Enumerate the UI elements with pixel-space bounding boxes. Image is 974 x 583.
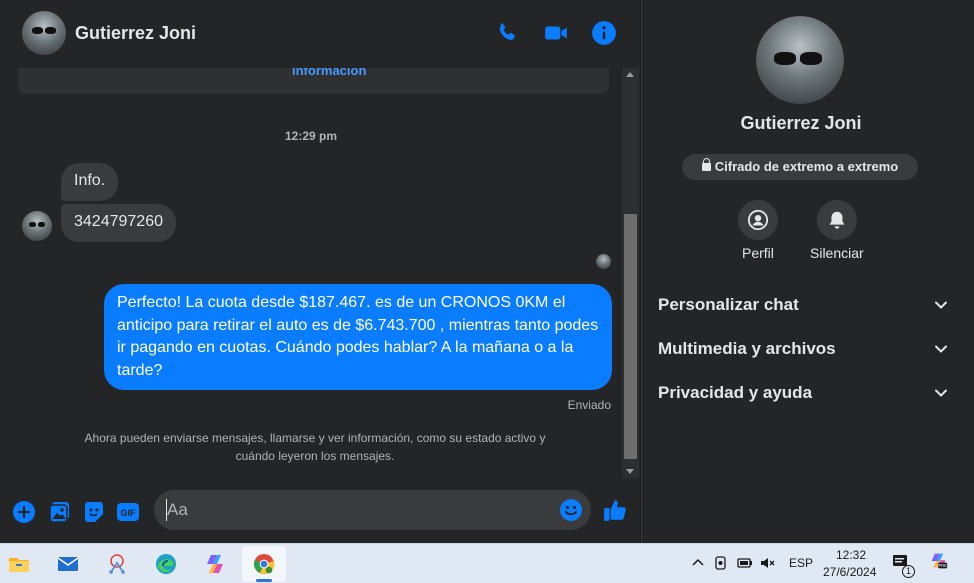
info-card: información (18, 68, 609, 94)
chevron-down-icon (935, 389, 947, 397)
incoming-message[interactable]: 3424797260 (61, 204, 176, 242)
bell-icon (829, 211, 845, 229)
message-input-box[interactable] (154, 490, 591, 530)
edge-icon[interactable] (144, 546, 188, 582)
encryption-label: Cifrado de extremo a extremo (714, 159, 899, 174)
language-indicator[interactable]: ESP (789, 556, 813, 570)
system-note: Ahora pueden enviarse mensajes, llamarse… (84, 431, 546, 463)
message-input[interactable] (166, 499, 546, 521)
chrome-icon[interactable] (242, 546, 286, 582)
outgoing-message[interactable]: Perfecto! La cuota desde $187.467. es de… (104, 284, 612, 390)
mute-button[interactable] (817, 200, 857, 240)
scroll-up-icon[interactable] (626, 72, 634, 77)
windows-taskbar: ESP 12:32 27/6/2024 1 PRE (0, 543, 974, 583)
image-icon[interactable] (48, 500, 72, 524)
section-privacy-help[interactable]: Privacidad y ayuda (658, 379, 948, 407)
section-label: Personalizar chat (658, 295, 799, 314)
thumbs-up-icon[interactable] (602, 497, 628, 523)
show-hidden-icons-icon[interactable] (689, 554, 707, 574)
scrollbar[interactable] (622, 68, 639, 478)
chat-header: Gutierrez Joni (0, 0, 640, 68)
section-label: Privacidad y ayuda (658, 383, 813, 402)
section-customize-chat[interactable]: Personalizar chat (658, 291, 948, 319)
mail-icon[interactable] (46, 546, 90, 582)
contact-name[interactable]: Gutierrez Joni (75, 23, 196, 44)
section-label: Multimedia y archivos (658, 339, 836, 358)
message-status: Enviado (567, 398, 611, 412)
battery-icon[interactable] (736, 554, 754, 574)
incoming-message[interactable]: Info. (61, 163, 119, 201)
info-icon[interactable] (591, 20, 617, 46)
mute-label[interactable]: Silenciar (810, 245, 864, 261)
chevron-down-icon (935, 301, 947, 309)
section-media-files[interactable]: Multimedia y archivos (658, 335, 948, 363)
scrollbar-thumb[interactable] (624, 214, 637, 459)
svg-text:GIF: GIF (121, 508, 137, 518)
info-link[interactable]: información (292, 68, 366, 78)
panel-contact-name: Gutierrez Joni (740, 113, 862, 133)
clock-date[interactable]: 27/6/2024 (823, 565, 876, 579)
composer: GIF (0, 478, 640, 543)
panel-avatar[interactable] (756, 16, 844, 104)
meet-now-icon[interactable] (712, 554, 730, 574)
message-timestamp: 12:29 pm (284, 129, 338, 143)
emoji-icon[interactable] (559, 498, 583, 522)
gif-icon[interactable]: GIF (116, 500, 140, 524)
profile-button[interactable] (738, 200, 778, 240)
clock-time[interactable]: 12:32 (836, 548, 866, 562)
lock-icon (701, 158, 711, 171)
message-list: información 12:29 pm Info. 3424797260 Pe… (0, 68, 622, 478)
notification-count-badge: 1 (902, 565, 915, 578)
contact-avatar[interactable] (22, 11, 66, 55)
conversation-info-panel: Gutierrez Joni Cifrado de extremo a extr… (641, 0, 974, 543)
video-camera-icon[interactable] (543, 20, 569, 46)
profile-label[interactable]: Perfil (742, 245, 774, 261)
chevron-down-icon (935, 345, 947, 353)
copilot-preview-icon[interactable]: PRE (930, 552, 948, 572)
snipping-tool-icon[interactable] (95, 546, 139, 582)
volume-muted-icon[interactable] (759, 554, 777, 574)
file-explorer-icon[interactable] (0, 546, 41, 582)
profile-icon (747, 209, 769, 231)
phone-icon[interactable] (494, 20, 520, 46)
encryption-badge[interactable]: Cifrado de extremo a extremo (682, 154, 918, 180)
read-receipt-avatar (596, 254, 611, 269)
copilot-icon[interactable] (193, 546, 237, 582)
sender-avatar[interactable] (22, 211, 52, 241)
svg-text:PRE: PRE (938, 563, 947, 568)
scroll-down-icon[interactable] (626, 469, 634, 474)
sticker-icon[interactable] (82, 500, 106, 524)
plus-icon[interactable] (12, 500, 36, 524)
chat-window: Gutierrez Joni información 12:29 pm Info… (0, 0, 640, 543)
